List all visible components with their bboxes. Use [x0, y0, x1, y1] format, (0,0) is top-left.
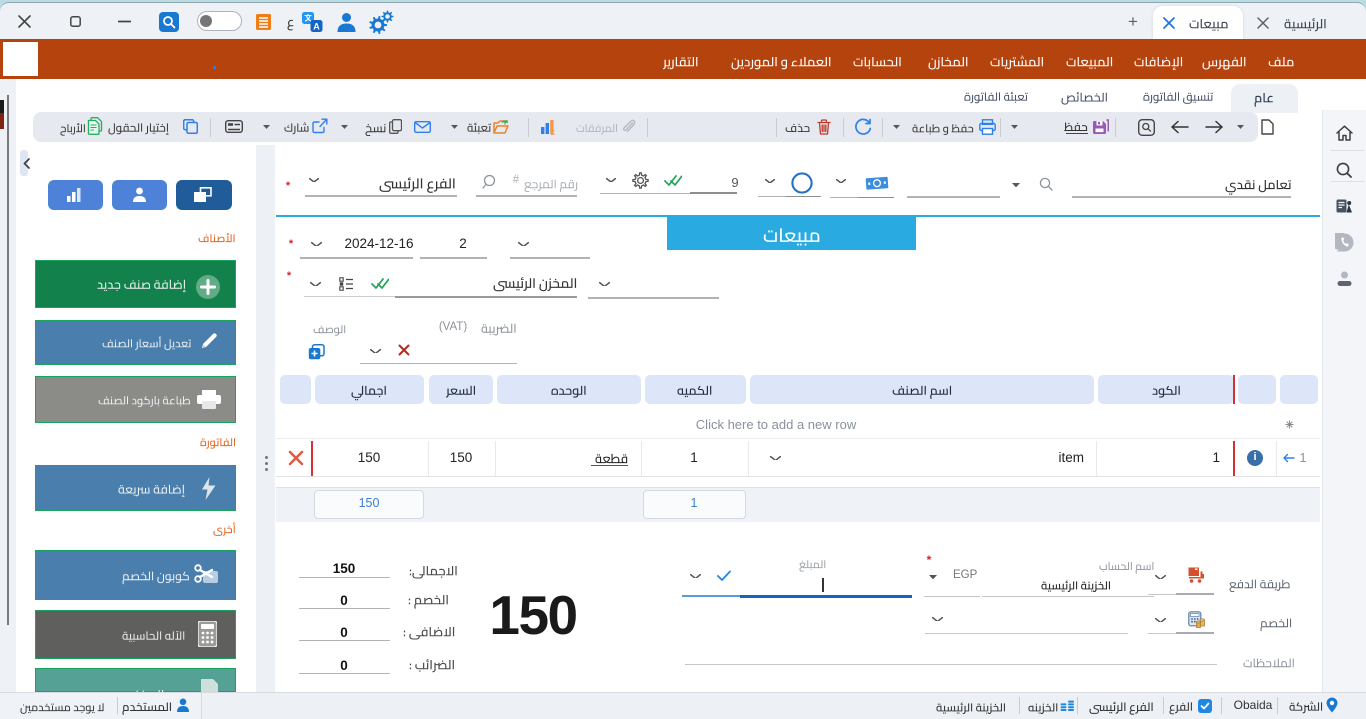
svg-text:A: A: [313, 22, 320, 32]
svg-text:Σ: Σ: [551, 130, 555, 135]
